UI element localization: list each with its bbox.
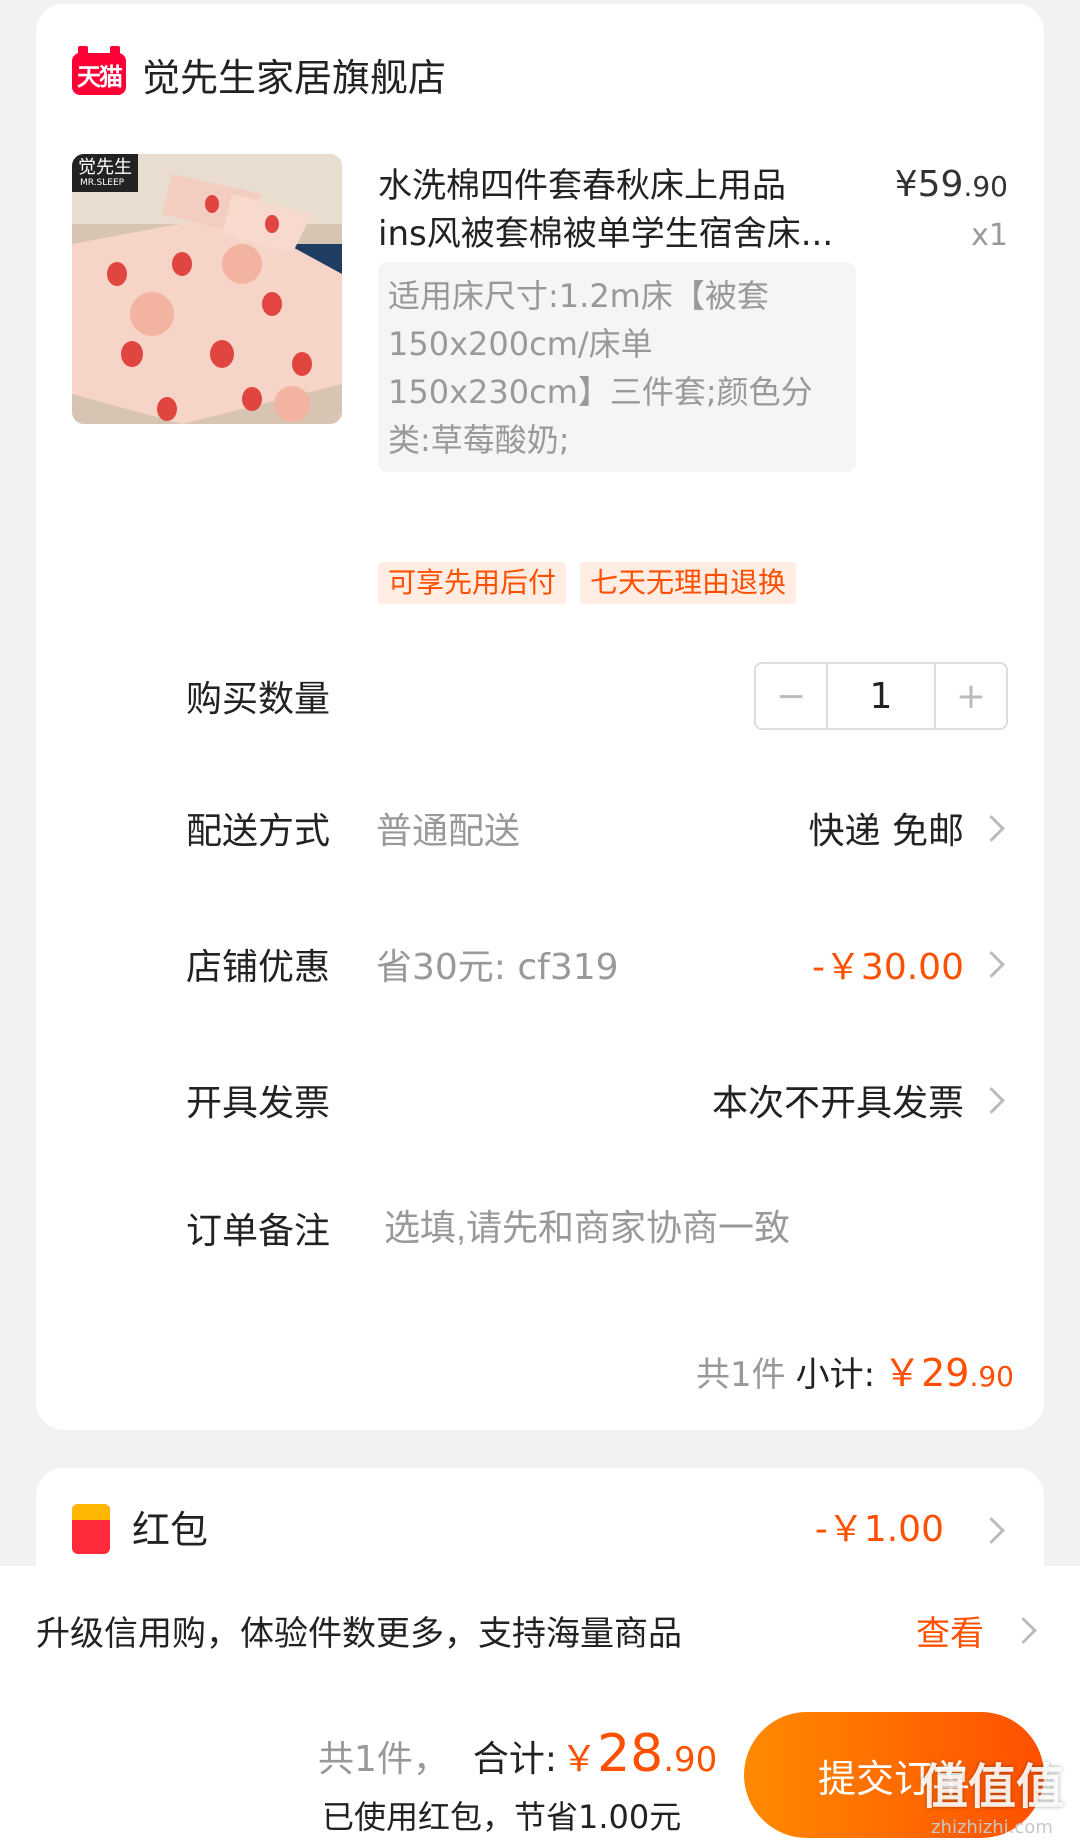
sku-info[interactable]: 适用床尺寸:1.2m床【被套150x200cm/床单150x230cm】三件套;… (378, 262, 856, 472)
product-image[interactable]: 觉先生 MR.SLEEP (72, 154, 342, 424)
chevron-right-icon[interactable] (974, 1500, 1008, 1560)
remark-input[interactable] (376, 1207, 936, 1249)
total-amount: ￥28.90 (561, 1724, 717, 1784)
total-symbol: ￥ (561, 1739, 598, 1780)
delivery-method: 普通配送 (376, 811, 521, 852)
price-symbol: ¥ (894, 164, 918, 205)
chevron-right-icon[interactable] (974, 1070, 1008, 1130)
product-image-brand-en: MR.SLEEP (80, 178, 125, 188)
discount-label: 店铺优惠 (186, 947, 331, 988)
watermark-logo: 值值值 (919, 1759, 1064, 1815)
total-count: 共1件， (318, 1739, 449, 1780)
product-quantity: x1 (971, 218, 1008, 253)
subtotal: 共1件 小计: ￥29.90 (696, 1342, 1014, 1397)
discount-code: 省30元: cf319 (376, 947, 619, 988)
shop-header[interactable]: 天猫 觉先生家居旗舰店 (72, 46, 446, 102)
discount-value: -￥30.00 (811, 947, 964, 988)
redpacket-label: 红包 (132, 1508, 209, 1552)
plus-button[interactable]: + (936, 664, 1006, 728)
product-title-line2: ins风被套棉被单学生宿舍床... (378, 214, 834, 254)
quantity-value[interactable]: 1 (826, 664, 936, 728)
invoice-label: 开具发票 (186, 1083, 331, 1124)
tmall-logo: 天猫 (72, 46, 126, 95)
watermark-url: zhizhizhi.com (931, 1817, 1053, 1838)
credit-view-link[interactable]: 查看 (916, 1606, 984, 1655)
delivery-value: 快递 免邮 (808, 811, 964, 852)
total-dec: .90 (663, 1740, 718, 1780)
tag-pay-later: 可享先用后付 (378, 562, 567, 604)
quantity-stepper[interactable]: − 1 + (754, 662, 1008, 730)
subtotal-dec: .90 (969, 1360, 1014, 1393)
service-tags: 可享先用后付 七天无理由退换 (378, 562, 797, 604)
remark-label: 订单备注 (186, 1211, 331, 1252)
credit-banner-text: 升级信用购，体验件数更多，支持海量商品 (36, 1614, 682, 1654)
invoice-row[interactable]: 开具发票 本次不开具发票 (186, 1070, 1008, 1130)
product-title[interactable]: 水洗棉四件套春秋床上用品 ins风被套棉被单学生宿舍床... (378, 162, 848, 258)
chevron-right-icon[interactable] (974, 798, 1008, 858)
product-price: ¥59.90 (895, 164, 1008, 205)
subtotal-label: 小计: (795, 1355, 876, 1395)
subtotal-amount: ￥29.90 (883, 1342, 1014, 1397)
shop-order-card: 天猫 觉先生家居旗舰店 觉先生 MR.SLEEP 水洗棉四件套春秋床上用品 in… (36, 4, 1044, 1430)
redpacket-value: -￥1.00 (814, 1509, 944, 1550)
chevron-right-icon[interactable] (1006, 1600, 1040, 1660)
quantity-row: 购买数量 − 1 + (186, 662, 1008, 730)
total-int: 28 (597, 1724, 664, 1784)
red-packet-icon (72, 1504, 110, 1554)
price-int: 59 (917, 164, 964, 205)
bottom-bar: 升级信用购，体验件数更多，支持海量商品 查看 共1件， 合计: ￥28.90 已… (0, 1566, 1080, 1848)
delivery-label: 配送方式 (186, 811, 331, 852)
redpacket-saved-text: 已使用红包，节省1.00元 (322, 1798, 682, 1836)
quantity-label: 购买数量 (186, 679, 331, 720)
shop-discount-row[interactable]: 店铺优惠 省30元: cf319 -￥30.00 (186, 934, 1008, 994)
product-title-line1: 水洗棉四件套春秋床上用品 (378, 166, 786, 206)
chevron-right-icon[interactable] (974, 934, 1008, 994)
subtotal-symbol: ￥ (883, 1351, 922, 1395)
subtotal-count: 共1件 (695, 1355, 786, 1395)
total-label: 合计: (472, 1739, 558, 1780)
remark-row: 订单备注 (186, 1198, 1008, 1258)
delivery-row[interactable]: 配送方式 普通配送 快递 免邮 (186, 798, 1008, 858)
product-image-brand: 觉先生 (78, 157, 132, 178)
invoice-value: 本次不开具发票 (711, 1083, 964, 1124)
minus-button[interactable]: − (756, 664, 826, 728)
subtotal-int: 29 (921, 1351, 970, 1395)
bedding-illustration (72, 154, 342, 424)
shop-name[interactable]: 觉先生家居旗舰店 (142, 47, 446, 102)
total-line: 共1件， 合计: ￥28.90 (318, 1724, 717, 1784)
price-dec: .90 (963, 170, 1008, 203)
site-watermark: 值值值 zhizhizhi.com (920, 1747, 1064, 1838)
tag-seven-day-return: 七天无理由退换 (580, 562, 797, 604)
